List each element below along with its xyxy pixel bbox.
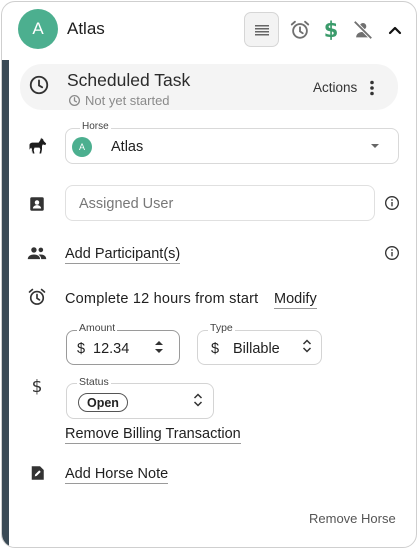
updown-icon — [302, 338, 312, 354]
actions-button[interactable]: Actions — [313, 80, 357, 95]
add-horse-note-link[interactable]: Add Horse Note — [65, 466, 169, 484]
horse-avatar: A — [18, 9, 58, 49]
list-icon — [254, 24, 269, 35]
modify-link[interactable]: Modify — [274, 291, 317, 309]
accent-bar — [2, 60, 9, 547]
horse-select-value: Atlas — [111, 139, 144, 155]
list-button[interactable] — [244, 12, 279, 47]
type-label: Type — [208, 322, 235, 334]
task-status-text: Not yet started — [85, 93, 170, 108]
unassign-button[interactable] — [351, 19, 375, 41]
amount-currency: $ — [77, 341, 86, 357]
collapse-button[interactable] — [385, 21, 405, 39]
type-currency: $ — [211, 341, 220, 357]
assigned-user-placeholder: Assigned User — [79, 196, 174, 212]
amount-value: 12.34 — [93, 341, 130, 357]
people-icon — [27, 243, 47, 263]
add-participants-link[interactable]: Add Participant(s) — [65, 246, 181, 264]
small-clock-icon — [68, 94, 81, 107]
remove-billing-link[interactable]: Remove Billing Transaction — [65, 426, 241, 444]
billing-button[interactable]: $ — [321, 18, 341, 42]
status-label: Status — [77, 376, 111, 388]
horse-field-label: Horse — [80, 121, 111, 132]
info-icon[interactable] — [384, 195, 400, 211]
updown-icon — [193, 392, 203, 408]
more-vert-icon[interactable] — [366, 79, 378, 97]
info-icon[interactable] — [384, 245, 400, 261]
alarm-clock-icon — [27, 287, 47, 307]
billing-dollar-icon: $ — [27, 376, 47, 396]
task-title: Scheduled Task — [67, 70, 191, 90]
header-title: Atlas — [67, 19, 105, 38]
horse-icon — [27, 136, 47, 156]
svg-text:$: $ — [32, 377, 43, 396]
status-badge: Open — [78, 393, 128, 412]
alarm-button[interactable] — [289, 19, 311, 41]
amount-label: Amount — [77, 322, 118, 334]
horse-select-avatar: A — [72, 137, 92, 157]
dollar-icon: $ — [324, 18, 339, 42]
schedule-text: Complete 12 hours from start — [65, 291, 259, 307]
caret-down-icon — [370, 143, 380, 149]
alarm-clock-icon — [290, 20, 310, 39]
chevron-up-icon — [388, 26, 402, 35]
amount-stepper[interactable] — [154, 339, 164, 355]
type-value: Billable — [233, 341, 280, 357]
contact-card-icon — [27, 194, 47, 214]
task-status: Not yet started — [68, 93, 170, 108]
svg-text:$: $ — [324, 18, 339, 42]
clock-icon — [28, 74, 50, 96]
no-person-icon — [353, 20, 373, 40]
note-edit-icon — [27, 463, 47, 483]
remove-horse-button[interactable]: Remove Horse — [309, 511, 396, 526]
